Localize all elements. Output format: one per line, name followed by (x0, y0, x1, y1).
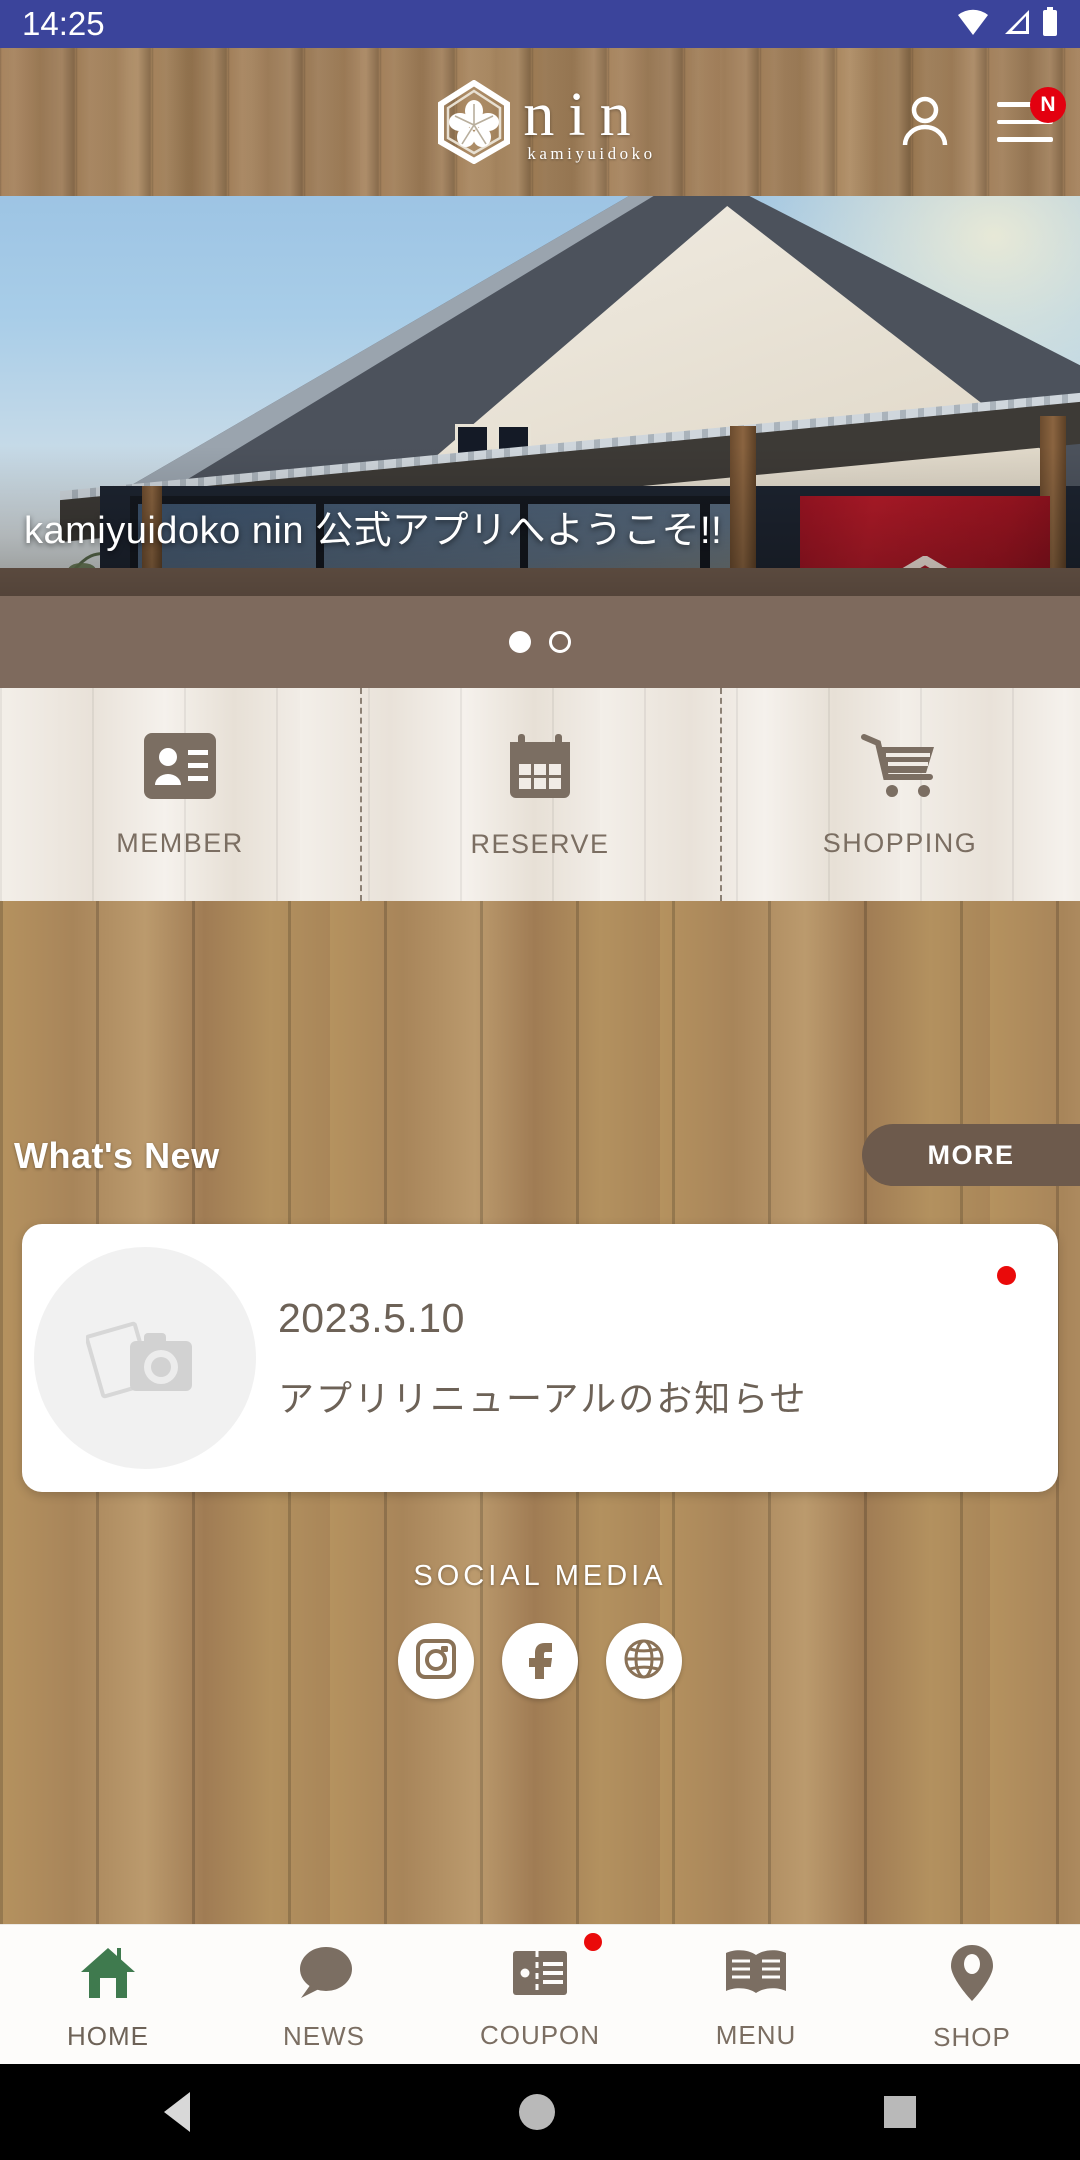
news-thumbnail-placeholder (34, 1247, 256, 1469)
news-item-text: 2023.5.10 アプリリニューアルのお知らせ (278, 1295, 807, 1422)
carousel-dot[interactable] (549, 631, 571, 653)
carousel-dot-active[interactable] (509, 631, 531, 653)
instagram-link[interactable] (398, 1623, 474, 1699)
whats-new-title: What's New (14, 1135, 220, 1176)
news-item-date: 2023.5.10 (278, 1294, 465, 1341)
status-bar-icons (956, 6, 1058, 42)
social-media-section: SOCIAL MEDIA (0, 1560, 1080, 1699)
whats-new-more-button[interactable]: MORE (862, 1124, 1080, 1186)
hero-caption: kamiyuidoko nin 公式アプリへようこそ!! (24, 510, 723, 552)
facebook-link[interactable] (502, 1623, 578, 1699)
id-card-icon (142, 731, 218, 806)
social-media-label: SOCIAL MEDIA (413, 1560, 667, 1592)
quick-action-label: RESERVE (470, 828, 610, 859)
website-globe-icon (621, 1636, 667, 1687)
back-triangle-icon[interactable] (164, 2092, 191, 2132)
news-item-title: アプリリニューアルのお知らせ (278, 1377, 808, 1419)
app-logo[interactable]: nin kamiyuidoko (435, 79, 652, 165)
open-book-icon (722, 1945, 790, 2006)
news-list-item[interactable]: 2023.5.10 アプリリニューアルのお知らせ (22, 1224, 1058, 1492)
menu-button[interactable]: N (996, 87, 1066, 151)
photo-camera-placeholder-icon (84, 1311, 204, 1406)
app-header: nin kamiyuidoko N (0, 48, 1080, 196)
wifi-icon (956, 7, 990, 42)
speech-bubble-icon (293, 1944, 355, 2007)
quick-action-label: SHOPPING (822, 827, 978, 858)
quick-action-member[interactable]: MEMBER (0, 688, 360, 901)
nav-item-label: COUPON (479, 2019, 601, 2050)
nav-item-label: MENU (715, 2019, 797, 2050)
bottom-navigation-bar: HOME NEWS COUPON MENU SHOP (0, 1924, 1080, 2064)
quick-actions-bar: MEMBER RESERVE SHOPPING (0, 688, 1080, 901)
quick-action-reserve[interactable]: RESERVE (360, 688, 720, 901)
shopping-cart-icon (860, 731, 940, 806)
system-navigation-bar (0, 2064, 1080, 2160)
calendar-icon (504, 730, 576, 807)
app-logo-subtitle: kamiyuidoko (527, 144, 656, 164)
nav-item-shop[interactable]: SHOP (864, 1925, 1080, 2064)
home-icon (78, 1944, 138, 2007)
instagram-icon (414, 1637, 458, 1686)
app-logo-word: nin (523, 80, 645, 149)
home-circle-icon[interactable] (518, 2094, 555, 2130)
nav-item-coupon[interactable]: COUPON (432, 1925, 648, 2064)
quick-action-label: MEMBER (116, 827, 244, 858)
social-media-links (398, 1623, 682, 1699)
map-pin-icon (948, 1943, 996, 2008)
nav-item-home[interactable]: HOME (0, 1925, 216, 2064)
nav-item-label: HOME (67, 2020, 149, 2051)
carousel-indicator (0, 596, 1080, 688)
account-button[interactable] (896, 93, 954, 151)
coupon-unread-badge (584, 1933, 602, 1951)
person-icon (898, 93, 952, 152)
header-actions: N (896, 48, 1066, 196)
battery-icon (1042, 6, 1058, 42)
website-link[interactable] (606, 1623, 682, 1699)
nav-item-news[interactable]: NEWS (216, 1925, 432, 2064)
facebook-icon (518, 1637, 562, 1686)
cellular-signal-icon (1001, 8, 1031, 41)
hexagon-blossom-logo-icon (435, 79, 513, 165)
news-unread-badge (997, 1266, 1016, 1285)
nav-item-label: NEWS (283, 2020, 365, 2051)
nav-item-menu[interactable]: MENU (648, 1925, 864, 2064)
recents-square-icon[interactable] (883, 2096, 916, 2128)
menu-notification-badge: N (1030, 87, 1066, 123)
ticket-icon (509, 1945, 571, 2006)
nav-item-label: SHOP (933, 2021, 1011, 2052)
hero-carousel[interactable]: nin kamiyuidoko kamiyuidoko nin 公式アプリへよう… (0, 196, 1080, 596)
quick-action-shopping[interactable]: SHOPPING (720, 688, 1080, 901)
status-bar-clock: 14:25 (22, 5, 105, 42)
status-bar: 14:25 (0, 0, 1080, 48)
app-logo-text: nin kamiyuidoko (523, 84, 652, 164)
